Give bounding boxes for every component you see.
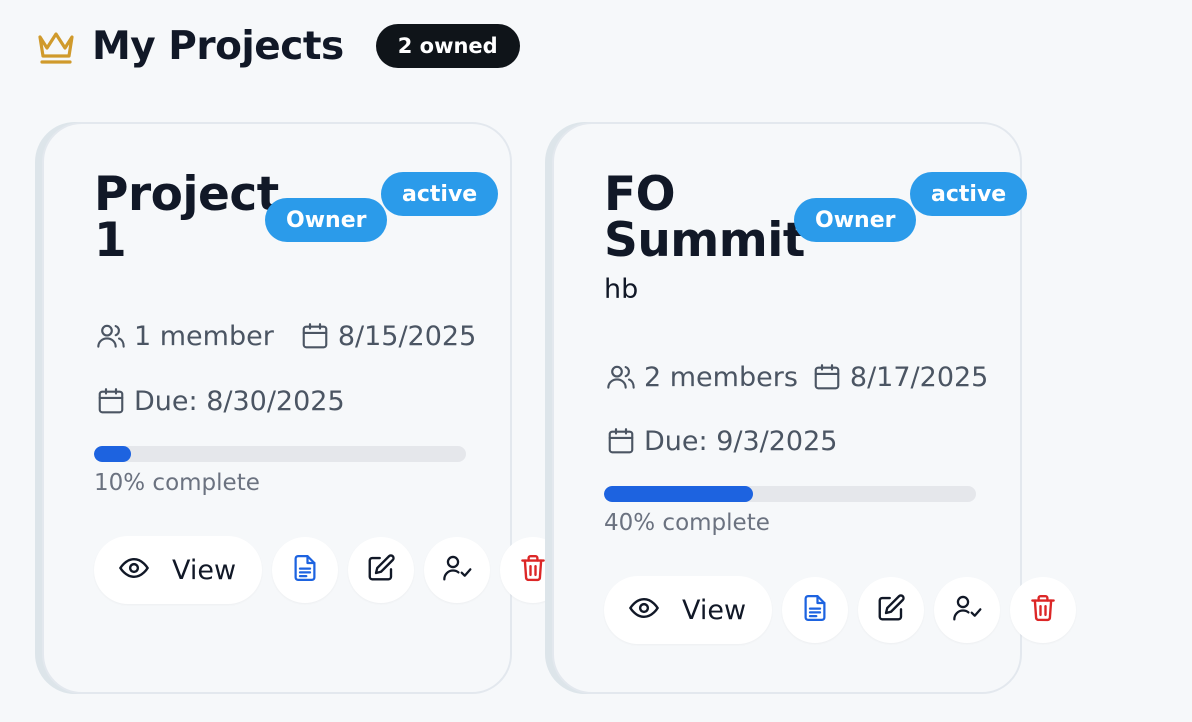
user-check-icon [441,552,473,588]
project-card[interactable]: Project 1 active Owner 1 member 8/15/202… [42,122,566,694]
view-button[interactable]: View [604,576,772,644]
created-date: 8/15/2025 [337,320,477,352]
view-label: View [172,554,237,586]
documents-button[interactable] [272,537,338,603]
assign-members-button[interactable] [934,577,1000,643]
progress-bar [94,446,466,462]
edit-button[interactable] [348,537,414,603]
eye-icon [118,552,150,588]
progress-fill [94,446,132,462]
view-button[interactable]: View [94,536,262,604]
project-title: FO Summit [604,167,805,268]
projects-page: My Projects 2 owned Project 1 active Own… [0,0,1192,722]
role-badge: Owner [794,198,917,242]
card-actions: View [94,536,566,604]
members-icon [94,319,128,353]
progress-fill [604,486,753,502]
member-count: 1 member [134,320,274,352]
edit-icon [366,553,396,587]
document-icon [290,553,320,587]
project-title: Project 1 [94,167,279,268]
calendar-icon [94,384,128,418]
due-row: Due: 9/3/2025 [604,424,837,458]
member-count: 2 members [644,361,798,393]
calendar-icon [810,360,844,394]
created-date: 8/17/2025 [849,361,989,393]
delete-button[interactable] [1010,577,1076,643]
due-date: Due: 9/3/2025 [644,425,838,457]
members-icon [604,360,638,394]
edit-icon [876,593,906,627]
calendar-icon [298,319,332,353]
eye-icon [628,592,660,628]
status-badge: active [381,172,499,216]
crown-icon [36,26,76,66]
role-badge: Owner [265,198,388,242]
user-check-icon [951,592,983,628]
due-row: Due: 8/30/2025 [94,384,345,418]
progress-label: 10% complete [94,470,260,496]
trash-icon [1028,593,1058,627]
card-actions: View [604,576,1076,644]
assign-members-button[interactable] [424,537,490,603]
due-date: Due: 8/30/2025 [134,385,345,417]
project-card[interactable]: FO Summit hb active Owner 2 members 8/17… [552,122,1076,694]
status-badge: active [910,172,1028,216]
document-icon [800,593,830,627]
project-meta: 1 member 8/15/2025 [94,319,476,353]
section-header: My Projects 2 owned [36,22,520,70]
calendar-icon [604,424,638,458]
page-title: My Projects [92,23,344,69]
progress-bar [604,486,976,502]
project-description: hb [604,274,639,305]
documents-button[interactable] [782,577,848,643]
owned-count-badge: 2 owned [375,24,520,68]
project-meta: 2 members 8/17/2025 [604,360,988,394]
progress-label: 40% complete [604,510,770,536]
edit-button[interactable] [858,577,924,643]
view-label: View [682,594,747,626]
trash-icon [518,553,548,587]
